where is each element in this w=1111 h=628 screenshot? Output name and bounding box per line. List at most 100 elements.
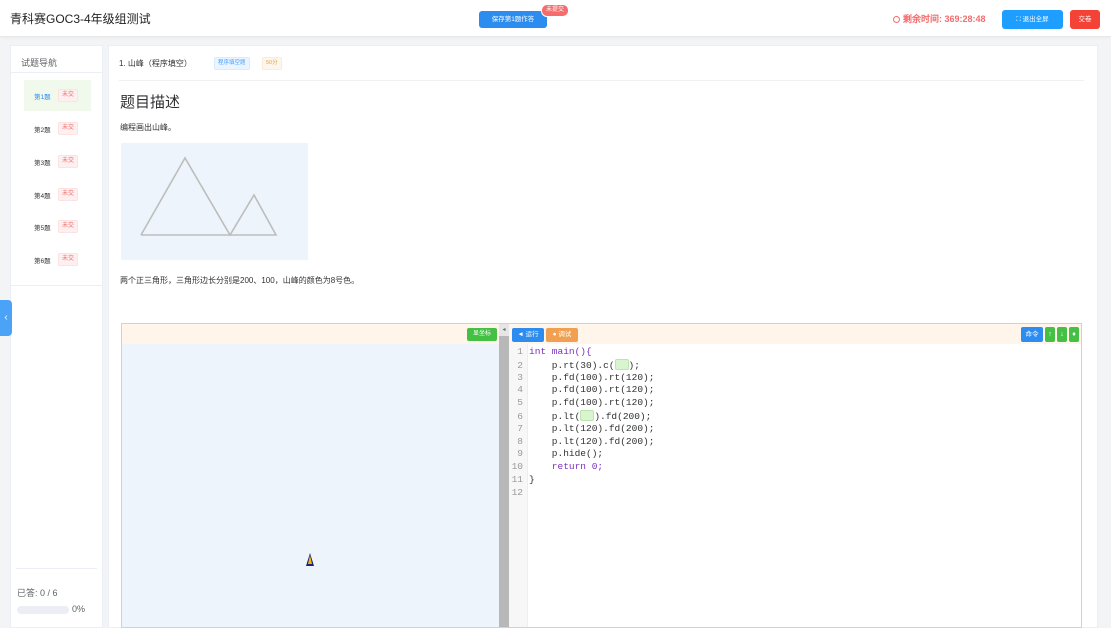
- unsubmitted-badge: 未提交: [541, 4, 570, 17]
- nav-item-label: 第6题: [34, 258, 51, 265]
- status-badge: 未交: [58, 253, 79, 266]
- code-line: 7 p.lt(120).fd(200);: [509, 423, 1069, 436]
- code-editor-panel: ◄ 运行 ● 调试 命令 ↑ ↓ ♦ 1 int main(){ 2 p.rt(3…: [509, 324, 1081, 627]
- code-line: 2 p.rt(30).c();: [509, 358, 1069, 372]
- question-type-tag: 程序填空题: [214, 57, 250, 70]
- timer-value: 369:28:48: [944, 14, 986, 24]
- sidebar-collapse-handle[interactable]: ‹: [0, 300, 12, 336]
- divider: [11, 285, 102, 286]
- exit-fullscreen-button[interactable]: ⛶ 退出全屏: [1002, 10, 1063, 29]
- pen-turtle: [306, 553, 314, 566]
- line-number: 3: [517, 371, 523, 383]
- code-text: return 0;: [529, 461, 604, 473]
- nav-item-question-5[interactable]: 第5题 未交: [24, 211, 91, 242]
- code-line: 8 p.lt(120).fd(200);: [509, 436, 1069, 449]
- fill-blank-2[interactable]: [580, 409, 595, 421]
- timer-label: 剩余时间:: [903, 14, 942, 24]
- code-line: 3 p.fd(100).rt(120);: [509, 372, 1069, 385]
- editor-toolbar: ◄ 运行 ● 调试 命令 ↑ ↓ ♦: [509, 324, 1081, 344]
- question-score-tag: 50分: [262, 57, 282, 70]
- nav-item-question-3[interactable]: 第3题 未交: [24, 146, 91, 177]
- code-content[interactable]: 1 int main(){ 2 p.rt(30).c(); 3 p.fd(100)…: [509, 346, 1069, 500]
- status-badge: 未交: [58, 122, 79, 135]
- fill-blank-1[interactable]: [614, 358, 629, 370]
- code-line: 6 p.lt().fd(200);: [509, 409, 1069, 423]
- exam-title: 青科赛GOC3-4年级组测试: [10, 12, 151, 26]
- mountain-drawing: [140, 156, 278, 237]
- status-badge: 未交: [58, 155, 79, 168]
- nav-item-question-2[interactable]: 第2题 未交: [24, 113, 91, 144]
- nav-title: 试题导航: [21, 58, 58, 68]
- exit-fullscreen-label: 退出全屏: [1022, 16, 1049, 23]
- move-down-button[interactable]: ↓: [1057, 327, 1067, 342]
- move-up-button[interactable]: ↑: [1045, 327, 1055, 342]
- collapse-arrow-icon[interactable]: ◂: [499, 324, 509, 336]
- code-text: p.hide();: [529, 448, 604, 460]
- question-title: 1. 山峰（程序填空）: [119, 59, 192, 68]
- nav-item-question-4[interactable]: 第4题 未交: [24, 179, 91, 210]
- show-coordinates-button[interactable]: 显坐标: [467, 328, 497, 341]
- code-text: p.fd(100).rt(120);: [529, 397, 655, 409]
- code-text: }: [529, 473, 535, 485]
- line-number: 5: [517, 397, 523, 409]
- code-text: p.lt(120).fd(200);: [529, 422, 655, 434]
- nav-item-label: 第2题: [34, 127, 51, 134]
- divider: [11, 72, 102, 73]
- panel-splitter[interactable]: ◂: [499, 324, 509, 627]
- divider: [119, 80, 1084, 81]
- line-number: 7: [517, 422, 523, 434]
- drawing-canvas-panel: 显坐标: [122, 324, 499, 627]
- line-number: 10: [511, 461, 523, 473]
- coding-workspace: 显坐标 ◂ ◄ 运行 ● 调试 命令 ↑ ↓ ♦ 1 int main(){ 2 …: [121, 323, 1082, 628]
- nav-item-question-6[interactable]: 第6题 未交: [24, 244, 91, 275]
- code-line: 10 return 0;: [509, 461, 1069, 474]
- clock-icon: [893, 16, 900, 23]
- remaining-time: 剩余时间: 369:28:48: [893, 12, 986, 25]
- description-text: 编程画出山峰。: [120, 123, 176, 132]
- code-line: 12: [509, 487, 1069, 500]
- line-number: 1: [517, 346, 523, 357]
- code-text-suffix: );: [628, 359, 640, 371]
- divider: [16, 568, 97, 569]
- nav-item-label: 第5题: [34, 225, 51, 232]
- line-number: 11: [511, 473, 523, 485]
- progress-percent: 0%: [72, 604, 86, 614]
- mountain-figure: [121, 143, 308, 260]
- status-badge: 未交: [58, 188, 79, 201]
- detail-text: 两个正三角形，三角形边长分别是200、100，山峰的颜色为8号色。: [120, 276, 360, 285]
- answer-progress-bar: [17, 606, 69, 614]
- nav-item-label: 第4题: [34, 193, 51, 200]
- code-line: 5 p.fd(100).rt(120);: [509, 397, 1069, 410]
- answered-count: 已答: 0 / 6: [17, 588, 58, 598]
- extra-button[interactable]: ♦: [1069, 327, 1079, 342]
- save-answer-button[interactable]: 保存第1题作答: [479, 11, 547, 28]
- line-number: 12: [511, 486, 523, 498]
- code-text: p.lt(120).fd(200);: [529, 435, 655, 447]
- drawing-canvas[interactable]: [122, 344, 499, 627]
- code-text: int main(){: [529, 346, 592, 357]
- run-button[interactable]: ◄ 运行: [512, 328, 544, 342]
- question-navigation-panel: 试题导航 第1题 未交 第2题 未交 第3题 未交 第4题 未交 第5题 未交 …: [10, 45, 103, 628]
- code-text: p.fd(100).rt(120);: [529, 371, 655, 383]
- code-text: p.rt(30).c(: [529, 359, 615, 371]
- nav-item-label: 第1题: [34, 94, 51, 101]
- code-line: 4 p.fd(100).rt(120);: [509, 384, 1069, 397]
- chevron-left-icon: ‹: [4, 312, 8, 323]
- top-header: 青科赛GOC3-4年级组测试 保存第1题作答 未提交 剩余时间: 369:28:…: [0, 0, 1111, 37]
- code-line: 9 p.hide();: [509, 448, 1069, 461]
- code-text: p.fd(100).rt(120);: [529, 384, 655, 396]
- line-number: 9: [517, 448, 523, 460]
- nav-item-question-1[interactable]: 第1题 未交: [24, 80, 91, 111]
- code-line: 11}: [509, 474, 1069, 487]
- description-heading: 题目描述: [120, 94, 181, 111]
- command-button[interactable]: 命令: [1021, 327, 1043, 342]
- line-number: 8: [517, 435, 523, 447]
- status-badge: 未交: [58, 220, 79, 233]
- status-badge: 未交: [58, 89, 79, 102]
- mountain-outline: [140, 156, 278, 237]
- line-number: 4: [517, 384, 523, 396]
- submit-exam-button[interactable]: 交卷: [1070, 10, 1100, 29]
- code-text: p.lt(: [529, 410, 581, 422]
- debug-button[interactable]: ● 调试: [546, 328, 578, 342]
- nav-item-label: 第3题: [34, 160, 51, 167]
